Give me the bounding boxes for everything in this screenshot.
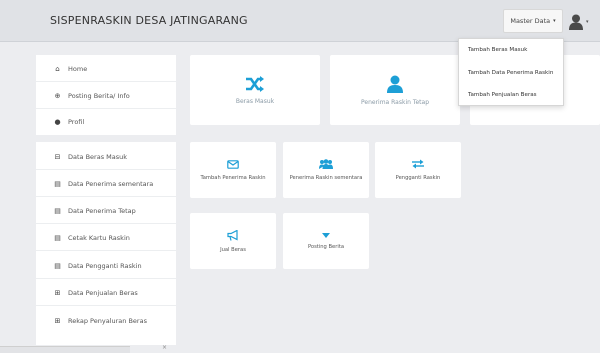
tile-label: Jual Beras xyxy=(220,246,246,253)
tile-penerima-raskin-sementara[interactable]: Penerima Raskin sementara xyxy=(283,142,369,198)
tile-label: Penerima Raskin sementara xyxy=(289,175,363,181)
sidebar-item-profil[interactable]: ● Profil xyxy=(36,109,176,134)
sidebar-item-label: Posting Berita/ Info xyxy=(68,92,130,100)
sidebar-item-cetak-kartu-raskin[interactable]: ▤ Cetak Kartu Raskin xyxy=(36,226,176,251)
sidebar-item-label: Data Penjualan Beras xyxy=(68,289,138,297)
dropdown-item-tambah-beras-masuk[interactable]: Tambah Beras Masuk xyxy=(468,47,527,53)
user-menu-button[interactable]: ▾ xyxy=(569,10,595,34)
close-icon[interactable]: × xyxy=(162,344,167,351)
sidebar-item-data-pengganti-raskin[interactable]: ▤ Data Pengganti Raskin xyxy=(36,254,176,279)
users-icon xyxy=(319,159,333,169)
sidebar-item-home[interactable]: ⌂ Home xyxy=(36,57,176,82)
tile-label: Pengganti Raskin xyxy=(395,175,441,181)
dropdown-item-tambah-penjualan-beras[interactable]: Tambah Penjualan Beras xyxy=(468,92,537,98)
sidebar-item-label: Data Pengganti Raskin xyxy=(68,262,142,270)
shuffle-icon xyxy=(246,75,264,92)
master-data-dropdown: Tambah Beras Masuk Tambah Data Penerima … xyxy=(458,38,564,106)
exchange-icon xyxy=(412,159,424,169)
user-icon: ● xyxy=(54,117,61,126)
caret-down-icon xyxy=(322,232,330,238)
sidebar-item-posting-berita[interactable]: ⊕ Posting Berita/ Info xyxy=(36,84,176,109)
tile-tambah-penerima-raskin[interactable]: Tambah Penerima Raskin xyxy=(190,142,276,198)
sidebar-item-label: Data Beras Masuk xyxy=(68,153,128,161)
bullhorn-icon xyxy=(227,229,238,241)
tile-label: Penerima Raskin Tetap xyxy=(360,98,430,106)
master-data-button[interactable]: Master Data ▾ xyxy=(503,9,563,33)
table-icon: ⊞ xyxy=(54,289,61,297)
sidebar-item-label: Profil xyxy=(68,117,85,126)
sidebar-item-data-penjualan-beras[interactable]: ⊞ Data Penjualan Beras xyxy=(36,281,176,306)
person-icon xyxy=(387,75,403,93)
app-brand[interactable]: SISPENRASKIN DESA JATINGARANG xyxy=(50,14,248,27)
sidebar-item-data-penerima-sementara[interactable]: ▤ Data Penerima sementara xyxy=(36,172,176,197)
tile-beras-masuk[interactable]: Beras Masuk xyxy=(190,55,320,125)
list-icon: ▤ xyxy=(54,207,61,215)
tile-label: Beras Masuk xyxy=(235,97,275,105)
sidebar-item-label: Data Penerima sementara xyxy=(68,180,154,188)
home-icon: ⌂ xyxy=(55,65,60,73)
tile-pengganti-raskin[interactable]: Pengganti Raskin xyxy=(375,142,461,198)
tile-label: Posting Berita xyxy=(307,243,345,250)
inbox-icon: ⊟ xyxy=(54,153,61,161)
sidebar-item-data-beras-masuk[interactable]: ⊟ Data Beras Masuk xyxy=(36,145,176,170)
sidebar-item-data-penerima-tetap[interactable]: ▤ Data Penerima Tetap xyxy=(36,199,176,224)
globe-icon: ⊕ xyxy=(54,92,61,100)
list-icon: ▤ xyxy=(54,234,61,242)
tile-label: Tambah Penerima Raskin xyxy=(200,174,266,181)
dropdown-item-tambah-penerima-raskin[interactable]: Tambah Data Penerima Raskin xyxy=(468,70,553,76)
sidebar-item-label: Cetak Kartu Raskin xyxy=(68,234,130,242)
envelope-icon xyxy=(227,159,239,169)
tile-posting-berita[interactable]: Posting Berita xyxy=(283,213,369,269)
chevron-down-icon: ▾ xyxy=(553,18,556,24)
list-icon: ▤ xyxy=(54,262,61,270)
sidebar-item-label: Data Penerima Tetap xyxy=(68,207,136,215)
sidebar-item-label: Rekap Penyaluran Beras xyxy=(68,316,147,325)
sidebar-item-label: Home xyxy=(68,65,88,73)
bottom-status-strip xyxy=(0,346,130,353)
user-avatar-icon xyxy=(569,14,583,30)
tile-penerima-raskin-tetap[interactable]: Penerima Raskin Tetap xyxy=(330,55,460,125)
table-icon: ⊞ xyxy=(54,316,61,325)
master-data-label: Master Data xyxy=(510,17,551,25)
chevron-down-icon: ▾ xyxy=(586,19,589,25)
tile-jual-beras[interactable]: Jual Beras xyxy=(190,213,276,269)
list-icon: ▤ xyxy=(54,180,61,188)
sidebar-item-rekap-penyaluran-beras[interactable]: ⊞ Rekap Penyaluran Beras xyxy=(36,308,176,333)
